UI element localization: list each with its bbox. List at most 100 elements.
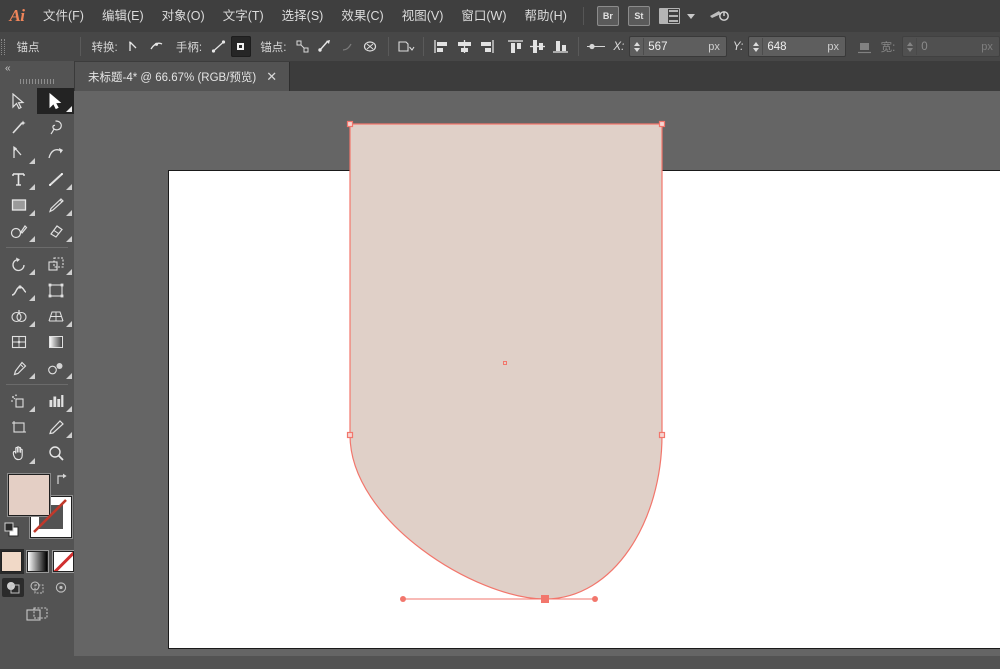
tool-gradient[interactable] — [37, 329, 74, 355]
paint-mode-gradient[interactable] — [26, 551, 48, 572]
tool-magic-wand[interactable] — [0, 114, 37, 140]
y-input[interactable] — [763, 40, 828, 53]
convert-to-corner-button[interactable] — [124, 36, 145, 57]
align-top-button[interactable] — [505, 36, 526, 57]
close-icon[interactable]: ✕ — [264, 70, 279, 83]
align-middle-v-button[interactable] — [528, 36, 549, 57]
toolbar-drag-handle[interactable] — [0, 75, 74, 88]
paint-mode-color[interactable] — [0, 549, 24, 574]
anchor-top-right[interactable] — [658, 120, 666, 128]
tool-mesh[interactable] — [0, 329, 37, 355]
tool-zoom[interactable] — [37, 440, 74, 466]
tool-artboard[interactable] — [0, 414, 37, 440]
canvas-area[interactable]: 脚本之家 www.jb51.net — [74, 91, 1000, 669]
tool-shaper[interactable] — [0, 218, 37, 244]
isolate-object-button[interactable] — [360, 36, 381, 57]
transform-each-icon[interactable] — [396, 36, 417, 57]
workspace-switcher-icon[interactable] — [658, 8, 680, 24]
tool-rotate[interactable] — [0, 251, 37, 277]
bottom-anchor-selected[interactable] — [541, 595, 549, 603]
align-left-button[interactable] — [431, 36, 452, 57]
menu-edit[interactable]: 编辑(E) — [93, 0, 153, 32]
tool-scale[interactable] — [37, 251, 74, 277]
document-tab-title: 未标题-4* @ 66.67% (RGB/预览) — [88, 71, 257, 84]
tool-flyout-indicator — [29, 236, 35, 242]
tool-shape-builder[interactable] — [0, 303, 37, 329]
tool-eyedropper[interactable] — [0, 355, 37, 381]
document-tab[interactable]: 未标题-4* @ 66.67% (RGB/预览) ✕ — [74, 62, 291, 91]
paint-mode-none[interactable] — [52, 551, 74, 572]
bridge-icon[interactable]: Br — [596, 6, 619, 26]
tool-symbol-sprayer[interactable] — [0, 388, 37, 414]
swap-fill-stroke-icon[interactable] — [55, 472, 69, 486]
anchor-coords-icon — [586, 36, 607, 57]
anchor-connect-button[interactable] — [315, 36, 336, 57]
hide-handles-button[interactable] — [230, 36, 252, 57]
anchor-remove-button[interactable] — [292, 36, 313, 57]
tool-lasso[interactable] — [37, 114, 74, 140]
tool-flyout-indicator — [66, 406, 72, 412]
cut-path-button[interactable] — [338, 36, 359, 57]
vector-artwork-layer[interactable] — [74, 91, 1000, 669]
tool-flyout-indicator — [29, 406, 35, 412]
tool-flyout-indicator — [29, 184, 35, 190]
anchor-top-left[interactable] — [346, 120, 354, 128]
width-icon — [854, 36, 875, 57]
anchor-bottom-left[interactable] — [346, 431, 354, 439]
tool-curvature[interactable] — [37, 140, 74, 166]
x-field[interactable]: px — [629, 36, 727, 57]
tool-line-segment[interactable] — [37, 166, 74, 192]
tool-paintbrush[interactable] — [37, 192, 74, 218]
tool-slice[interactable] — [37, 414, 74, 440]
menu-effect[interactable]: 效果(C) — [332, 0, 392, 32]
tool-perspective-grid[interactable] — [37, 303, 74, 329]
show-handles-button[interactable] — [208, 36, 229, 57]
menu-object[interactable]: 对象(O) — [153, 0, 214, 32]
fill-swatch[interactable] — [8, 474, 50, 516]
tool-hand[interactable] — [0, 440, 37, 466]
chevron-down-icon[interactable] — [686, 13, 695, 19]
draw-behind-button[interactable] — [26, 578, 48, 597]
screen-mode-button[interactable] — [24, 605, 50, 625]
tool-pen[interactable] — [0, 140, 37, 166]
tool-direct-selection[interactable] — [37, 88, 74, 114]
y-field[interactable]: px — [748, 36, 846, 57]
stock-icon[interactable]: St — [627, 6, 650, 26]
menu-select[interactable]: 选择(S) — [273, 0, 333, 32]
menu-window[interactable]: 窗口(W) — [452, 0, 515, 32]
tool-eraser[interactable] — [37, 218, 74, 244]
tool-free-transform[interactable] — [37, 277, 74, 303]
double-chevron-left-icon: « — [5, 62, 10, 74]
y-stepper[interactable] — [749, 38, 764, 55]
creative-cloud-icon[interactable] — [708, 7, 730, 26]
menu-view[interactable]: 视图(V) — [393, 0, 453, 32]
tool-flyout-indicator — [29, 295, 35, 301]
bezier-handle-right[interactable] — [592, 596, 598, 602]
paint-mode-row — [0, 549, 74, 574]
align-bottom-button[interactable] — [550, 36, 571, 57]
control-divider-1 — [79, 37, 81, 56]
menu-help[interactable]: 帮助(H) — [516, 0, 576, 32]
width-label: 宽: — [880, 41, 896, 54]
x-stepper[interactable] — [630, 38, 645, 55]
tool-type[interactable] — [0, 166, 37, 192]
tool-selection[interactable] — [0, 88, 37, 114]
align-right-button[interactable] — [477, 36, 498, 57]
align-center-h-button[interactable] — [454, 36, 475, 57]
draw-inside-button[interactable] — [50, 578, 72, 597]
bezier-handle-left[interactable] — [400, 596, 406, 602]
menu-type[interactable]: 文字(T) — [214, 0, 273, 32]
tool-flyout-indicator — [66, 184, 72, 190]
tool-column-graph[interactable] — [37, 388, 74, 414]
tool-rectangle[interactable] — [0, 192, 37, 218]
tool-blend[interactable] — [37, 355, 74, 381]
anchor-bottom-right[interactable] — [658, 431, 666, 439]
default-fill-stroke-icon[interactable] — [4, 522, 19, 537]
draw-normal-button[interactable] — [2, 578, 24, 597]
convert-to-smooth-button[interactable] — [146, 36, 167, 57]
tool-flyout-indicator — [29, 458, 35, 464]
tool-width[interactable] — [0, 277, 37, 303]
x-input[interactable] — [644, 40, 709, 53]
toolbar-collapse-button[interactable]: « — [0, 61, 74, 75]
menu-file[interactable]: 文件(F) — [34, 0, 93, 32]
